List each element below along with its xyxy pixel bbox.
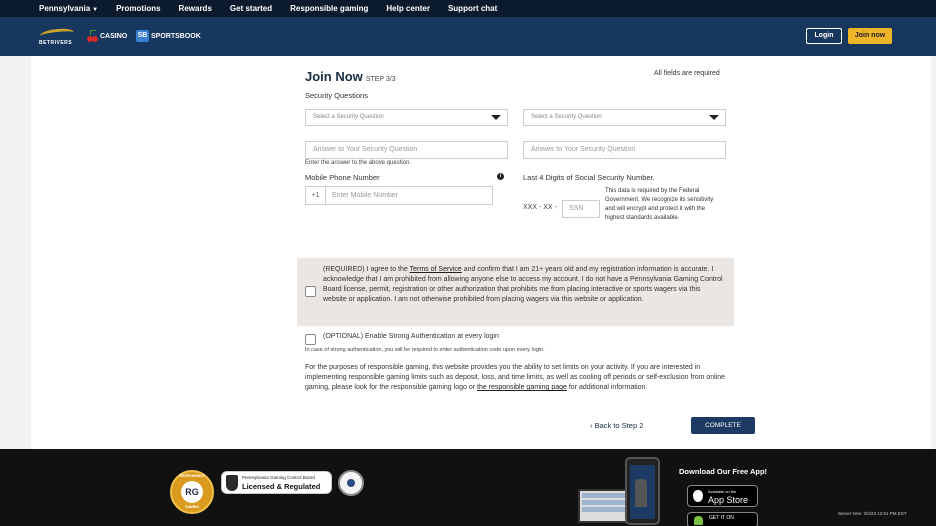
phone-app-image [625, 457, 660, 525]
ssn-input[interactable]: SSN [562, 200, 600, 218]
gplay-small-text: GET IT ON [709, 515, 734, 521]
title-text: Join Now [305, 69, 363, 84]
caret-down-icon [491, 115, 501, 120]
answer-hint: Enter the answer to the above question. [305, 160, 412, 166]
security-answer-input-1[interactable]: Answer to Your Security Question [305, 141, 508, 159]
rg-top-text: RESPONSIBLE [179, 474, 205, 478]
info-icon[interactable]: i [497, 173, 504, 180]
top-nav: Pennsylvania ▼ Promotions Rewards Get sta… [0, 0, 936, 17]
google-play-button[interactable]: GET IT ON [687, 512, 758, 526]
security-question-select-1[interactable]: Select a Security Question [305, 109, 508, 126]
casino-link[interactable]: CASINO [87, 30, 127, 42]
footer: RESPONSIBLE RG GAMING Pennsylvania Gamin… [0, 449, 936, 526]
mobile-label: Mobile Phone Number [305, 173, 380, 182]
complete-button[interactable]: COMPLETE [691, 417, 755, 434]
strong-auth-label: (OPTIONAL) Enable Strong Authentication … [323, 333, 499, 340]
resp-post: for additional information. [566, 384, 648, 391]
brand-bar: BETRIVERS CASINO SB SPORTSBOOK [0, 17, 936, 56]
security-question-select-2[interactable]: Select a Security Question [523, 109, 726, 126]
terms-of-service-link[interactable]: Terms of Service [410, 266, 462, 273]
terms-pre: (REQUIRED) I agree to the [323, 266, 410, 273]
responsible-gaming-text: For the purposes of responsible gaming, … [305, 363, 730, 393]
nav-rewards[interactable]: Rewards [179, 4, 212, 13]
pgcb-crest-icon [226, 475, 238, 491]
sportsbook-icon: SB [136, 30, 149, 42]
rg-bottom-text: GAMING [184, 505, 200, 509]
mobile-phone-input[interactable]: +1 Enter Mobile Number [305, 186, 493, 205]
nav-get-started[interactable]: Get started [230, 4, 272, 13]
country-code: +1 [306, 187, 326, 204]
responsible-gaming-link[interactable]: the responsible gaming page [477, 384, 567, 391]
nav-state-selector[interactable]: Pennsylvania ▼ [39, 4, 98, 13]
responsible-gaming-badge[interactable]: RESPONSIBLE RG GAMING [170, 470, 214, 514]
step-indicator: STEP 3/3 [365, 76, 396, 83]
nav-help-center[interactable]: Help center [386, 4, 430, 13]
nav-promotions[interactable]: Promotions [116, 4, 160, 13]
logo-text: BETRIVERS [39, 40, 73, 46]
nav-responsible-gaming[interactable]: Responsible gaming [290, 4, 368, 13]
select-placeholder: Select a Security Question [313, 114, 384, 120]
pgcb-license-badge: Pennsylvania Gaming Control Board Licens… [221, 471, 332, 494]
terms-checkbox[interactable] [305, 286, 316, 297]
pgcb-line2: Licensed & Regulated [242, 482, 321, 491]
cherry-icon [87, 30, 98, 42]
join-now-button[interactable]: Join now [848, 28, 892, 44]
back-label: Back to Step 2 [594, 421, 644, 430]
server-time: Server time: 3/2/23 12:51 PM EST [838, 511, 907, 516]
appstore-small-text: Available on the [708, 489, 737, 494]
appstore-big-text: App Store [708, 495, 749, 505]
ssn-label: Last 4 Digits of Social Security Number. [523, 173, 655, 182]
page-title: Join Now STEP 3/3 [305, 69, 396, 84]
apple-icon [693, 490, 703, 502]
nav-support-chat[interactable]: Support chat [448, 4, 497, 13]
betrivers-logo[interactable]: BETRIVERS [38, 27, 78, 49]
login-button[interactable]: Login [806, 28, 842, 44]
chevron-down-icon: ▼ [92, 7, 99, 13]
rg-mark: RG [181, 481, 203, 503]
ssn-note: This data is required by the Federal Gov… [605, 188, 714, 221]
back-to-step-2-link[interactable]: ‹ Back to Step 2 [590, 421, 643, 430]
required-note: All fields are required [654, 70, 720, 77]
sportsbook-label: SPORTSBOOK [151, 32, 201, 40]
android-icon [694, 516, 703, 525]
ssn-prefix: XXX - XX - [523, 204, 557, 211]
registration-form: Join Now STEP 3/3 All fields are required… [31, 56, 931, 449]
select-placeholder: Select a Security Question [531, 114, 602, 120]
app-store-button[interactable]: Available on the App Store [687, 485, 758, 507]
strong-auth-hint: In case of strong authentication, you wi… [305, 347, 545, 353]
state-seal-icon [338, 470, 364, 496]
strong-auth-checkbox[interactable] [305, 334, 316, 345]
casino-label: CASINO [100, 32, 128, 40]
sportsbook-link[interactable]: SB SPORTSBOOK [136, 30, 201, 42]
pgcb-line1: Pennsylvania Gaming Control Board [242, 475, 315, 480]
caret-down-icon [709, 115, 719, 120]
mobile-placeholder: Enter Mobile Number [332, 192, 399, 199]
download-app-title: Download Our Free App! [679, 467, 768, 476]
nav-state-label: Pennsylvania [39, 4, 91, 13]
terms-text: (REQUIRED) I agree to the Terms of Servi… [323, 265, 723, 305]
security-answer-input-2[interactable]: Answer to Your Security Question [523, 141, 726, 159]
logo-swoosh-icon [39, 27, 75, 41]
security-questions-label: Security Questions [305, 91, 368, 100]
laptop-image [578, 489, 630, 523]
